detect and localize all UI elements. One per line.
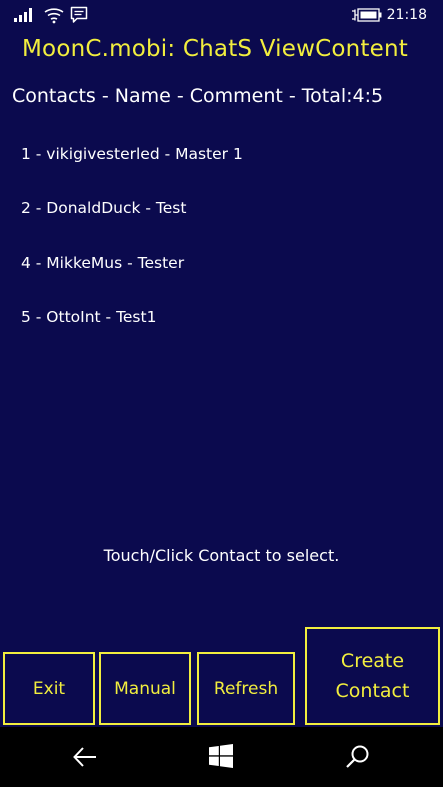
select-hint: Touch/Click Contact to select. xyxy=(103,546,340,565)
app-title: MoonC.mobi: ChatS ViewContent xyxy=(22,36,408,62)
clock: 21:18 xyxy=(386,7,427,23)
message-icon xyxy=(70,6,88,23)
status-bar: 21:18 xyxy=(0,0,443,32)
refresh-button[interactable]: Refresh xyxy=(197,652,295,725)
screen: 21:18 MoonC.mobi: ChatS ViewContent Cont… xyxy=(0,0,443,787)
contact-list: 1 - vikigivesterled - Master 1 2 - Donal… xyxy=(21,144,243,361)
create-contact-label: Create Contact xyxy=(335,650,410,702)
contact-item[interactable]: 4 - MikkeMus - Tester xyxy=(21,253,243,307)
back-arrow-icon[interactable] xyxy=(72,744,98,770)
search-icon[interactable] xyxy=(345,744,371,770)
create-contact-button[interactable]: Create Contact xyxy=(305,627,440,725)
nav-bar xyxy=(0,727,443,787)
contact-item[interactable]: 1 - vikigivesterled - Master 1 xyxy=(21,144,243,198)
contact-item[interactable]: 5 - OttoInt - Test1 xyxy=(21,307,243,361)
windows-start-icon[interactable] xyxy=(209,744,233,768)
exit-button[interactable]: Exit xyxy=(3,652,95,725)
manual-button[interactable]: Manual xyxy=(99,652,191,725)
contacts-header: Contacts - Name - Comment - Total:4:5 xyxy=(12,85,384,107)
contact-item[interactable]: 2 - DonaldDuck - Test xyxy=(21,198,243,252)
wifi-icon xyxy=(44,8,64,24)
battery-charging-icon xyxy=(352,8,382,22)
signal-icon xyxy=(14,8,32,22)
